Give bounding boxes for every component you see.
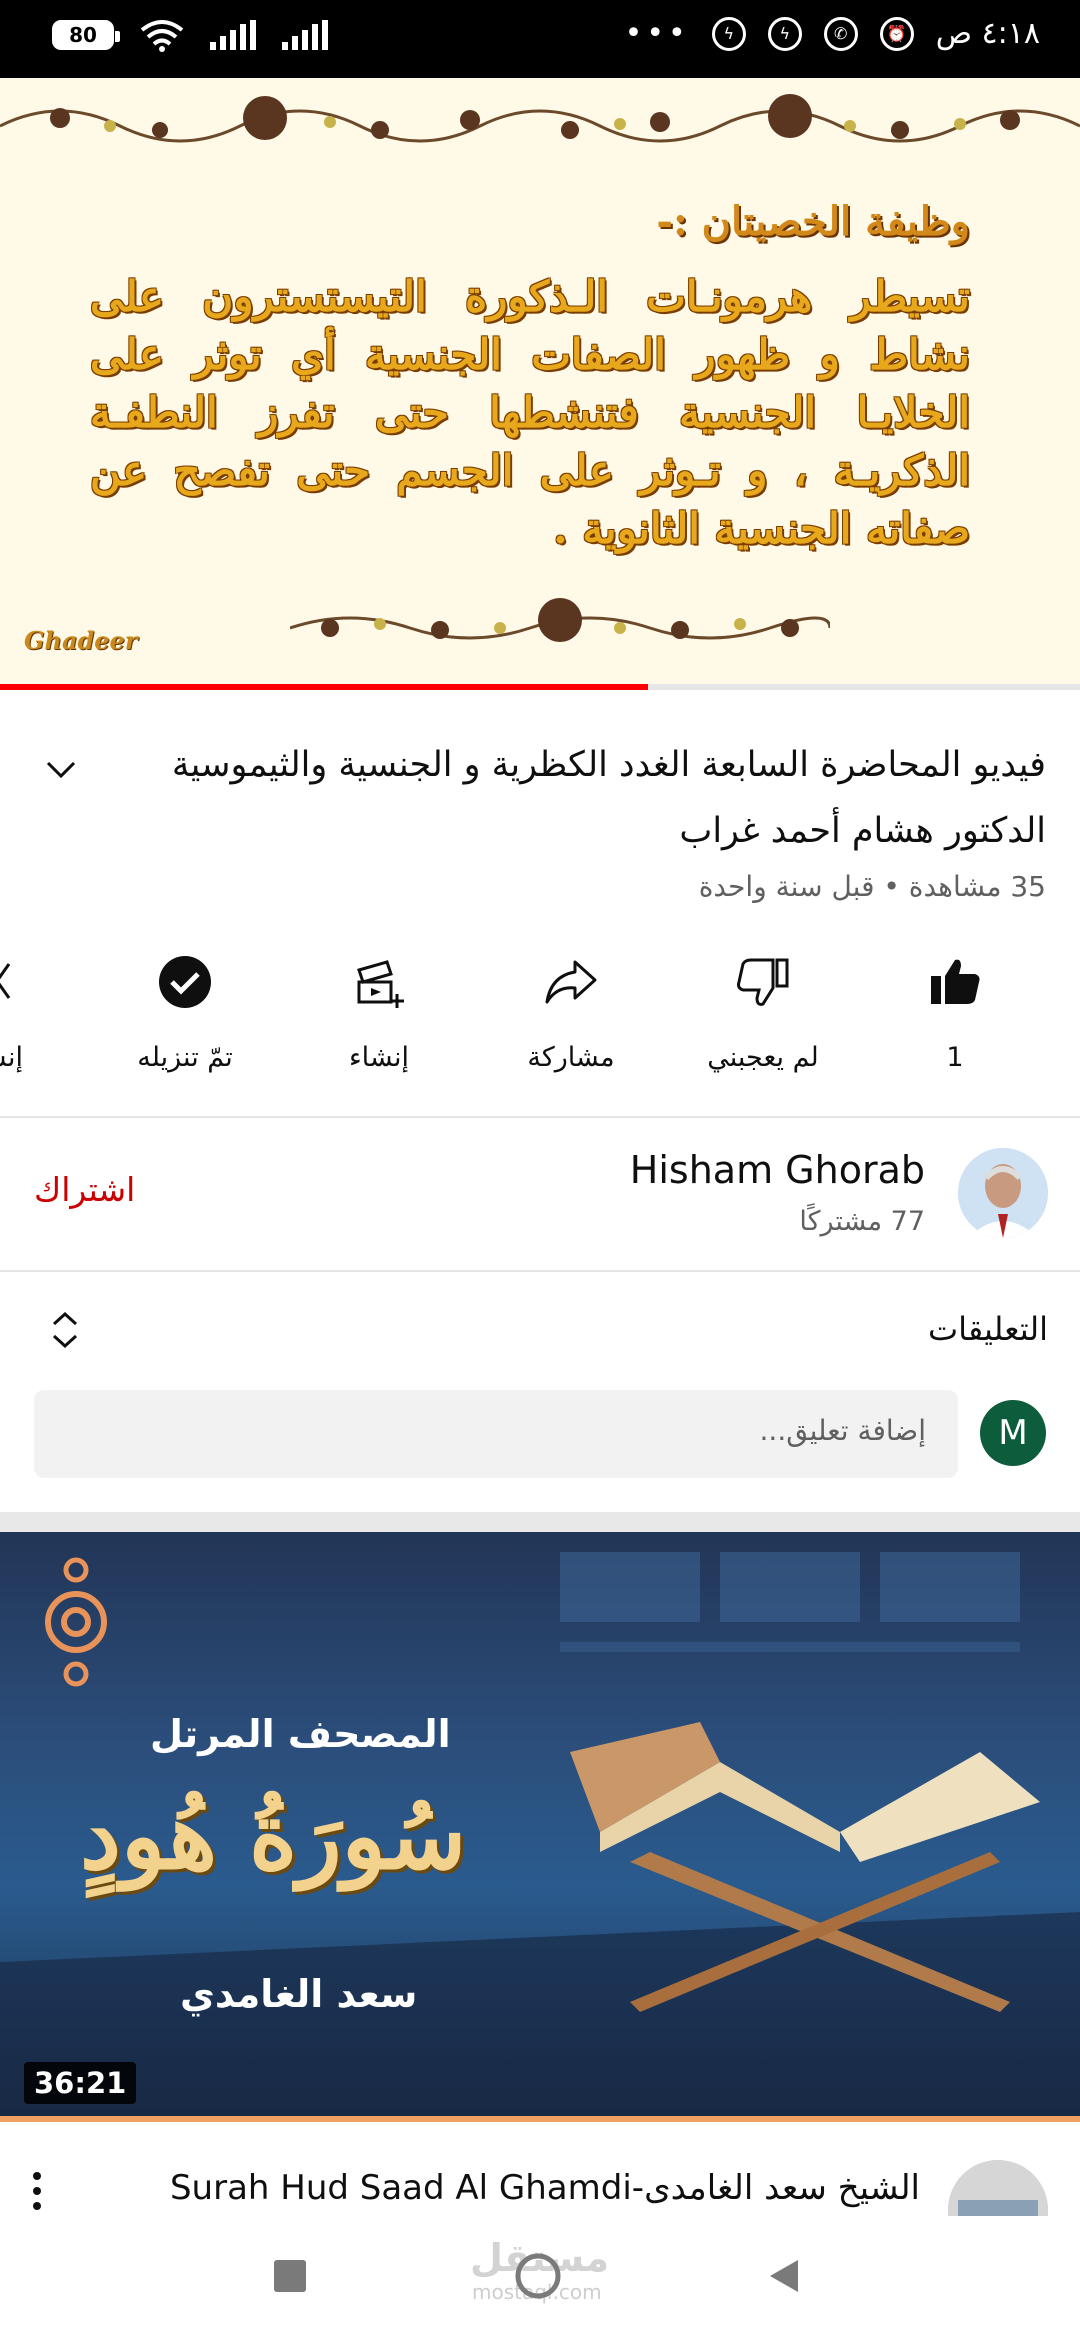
signal-icon-2 — [282, 20, 328, 50]
thumbnail-progress-bar — [0, 2116, 1080, 2122]
video-progress-fill — [0, 684, 648, 690]
clip-label: إنشاء — [0, 1042, 24, 1073]
video-body-text: تسيطر هرمونـات الـذكورة التيستسترون على … — [90, 272, 970, 553]
downloaded-button[interactable]: تمّ تنزيله — [90, 950, 280, 1073]
comment-placeholder: إضافة تعليق... — [759, 1414, 926, 1447]
expand-collapse-icon[interactable] — [48, 1306, 82, 1354]
messenger-icon: ϟ — [767, 16, 802, 51]
chevron-down-icon[interactable] — [44, 752, 78, 786]
scissors-icon — [0, 950, 25, 1014]
more-options-icon[interactable] — [22, 2168, 52, 2214]
more-notifications-icon: ••• — [624, 16, 690, 51]
create-icon — [347, 950, 411, 1014]
messenger-icon-2: ϟ — [711, 16, 746, 51]
video-title[interactable]: فيديو المحاضرة السابعة الغدد الكظرية و ا… — [106, 732, 1046, 864]
like-button[interactable]: 1 — [860, 950, 1050, 1073]
video-heading: وظيفة الخصيتان :- — [656, 198, 970, 245]
downloaded-label: تمّ تنزيله — [137, 1042, 233, 1073]
video-duration: 36:21 — [24, 2062, 137, 2104]
recents-button-icon[interactable] — [272, 2258, 308, 2294]
share-label: مشاركة — [527, 1042, 615, 1073]
wifi-icon — [140, 20, 184, 52]
video-player[interactable]: وظيفة الخصيتان :- تسيطر هرمونـات الـذكور… — [0, 78, 1080, 690]
video-watermark: Ghadeer — [24, 626, 138, 655]
share-button[interactable]: مشاركة — [476, 950, 666, 1073]
home-button-icon[interactable] — [514, 2252, 562, 2300]
share-icon — [539, 950, 603, 1014]
signal-icon — [210, 20, 256, 50]
thumbnail-line3: سعد الغامدي — [180, 1972, 418, 2016]
video-meta: 35 مشاهدة • قبل سنة واحدة — [698, 870, 1046, 903]
thumbnail-line1: المصحف المرتل — [150, 1712, 451, 1756]
clip-button[interactable]: إنشاء — [0, 950, 88, 1073]
create-label: إنشاء — [348, 1042, 410, 1073]
status-left: 80 — [52, 18, 328, 52]
user-avatar[interactable]: M — [980, 1400, 1046, 1466]
section-separator — [0, 1512, 1080, 1532]
back-button-icon[interactable] — [766, 2258, 802, 2294]
battery-indicator: 80 — [52, 20, 120, 50]
subscriber-count: 77 مشتركًا — [799, 1206, 925, 1237]
whatsapp-icon: ✆ — [823, 16, 858, 51]
add-comment-field[interactable]: إضافة تعليق... — [34, 1390, 958, 1478]
thumbs-up-icon — [923, 950, 987, 1014]
next-video-title[interactable]: الشيخ سعد الغامدى-Surah Hud Saad Al Gham… — [160, 2168, 920, 2208]
garland-decoration-top — [0, 94, 1080, 143]
create-button[interactable]: إنشاء — [284, 950, 474, 1073]
channel-row[interactable]: Hisham Ghorab 77 مشتركًا اشتراك — [0, 1118, 1080, 1268]
next-video-thumbnail[interactable]: المصحف المرتل سُورَةُ هُودٍ سعد الغامدي … — [0, 1532, 1080, 2120]
video-progress-bar[interactable] — [0, 684, 1080, 690]
status-right: ٤:١٨ ص ⏰ ✆ ϟ ϟ ••• — [625, 16, 1040, 51]
status-bar: 80 ٤:١٨ ص ⏰ ✆ ϟ ϟ ••• — [0, 0, 1080, 78]
channel-name[interactable]: Hisham Ghorab — [630, 1148, 925, 1192]
like-count: 1 — [946, 1042, 964, 1073]
dislike-label: لم يعجبني — [707, 1042, 819, 1073]
action-row: 1 لم يعجبني مشاركة إنشاء تمّ تنزيله إنشا… — [0, 950, 1080, 1100]
channel-avatar[interactable] — [958, 1148, 1048, 1238]
alarm-icon: ⏰ — [879, 16, 914, 51]
check-circle-icon — [153, 950, 217, 1014]
system-nav-bar: مستقل mostaql.com — [0, 2216, 1080, 2340]
dislike-button[interactable]: لم يعجبني — [668, 950, 858, 1073]
next-video-info[interactable]: الشيخ سعد الغامدى-Surah Hud Saad Al Gham… — [0, 2126, 1080, 2260]
thumbnail-line2: سُورَةُ هُودٍ — [80, 1782, 467, 1890]
ornament-icon — [45, 1557, 107, 1687]
subscribe-button[interactable]: اشتراك — [34, 1170, 135, 1209]
comments-header: التعليقات — [927, 1310, 1048, 1348]
garland-decoration-bottom — [290, 598, 830, 642]
thumbs-down-icon — [731, 950, 795, 1014]
clock: ٤:١٨ ص — [935, 16, 1040, 51]
comments-section[interactable]: التعليقات إضافة تعليق... M — [0, 1272, 1080, 1512]
